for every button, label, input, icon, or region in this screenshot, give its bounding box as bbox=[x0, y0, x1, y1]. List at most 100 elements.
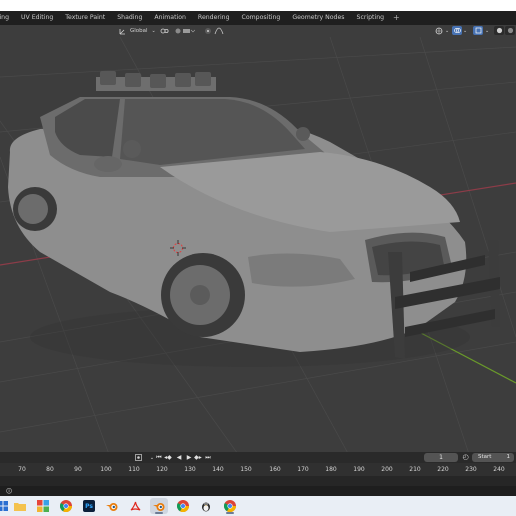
window-top-strip bbox=[0, 0, 516, 11]
prev-keyframe-icon: ◂◆ bbox=[164, 454, 172, 461]
tab-modeling[interactable]: lling bbox=[0, 11, 15, 25]
jump-start-button[interactable]: ⏮ bbox=[155, 454, 163, 461]
ruler-tick-label: 200 bbox=[381, 466, 393, 473]
photoshop-icon: Ps bbox=[83, 500, 95, 512]
tab-uv-editing[interactable]: UV Editing bbox=[15, 11, 59, 25]
falloff-dropdown[interactable] bbox=[214, 26, 224, 35]
taskbar-file-explorer[interactable] bbox=[11, 498, 29, 514]
next-keyframe-icon: ◆▸ bbox=[194, 454, 202, 461]
play-reverse-icon: ◀ bbox=[176, 454, 182, 461]
chrome-icon bbox=[224, 500, 236, 512]
ruler-tick-label: 180 bbox=[325, 466, 337, 473]
tab-rendering[interactable]: Rendering bbox=[192, 11, 236, 25]
viewport-header: Global ⌄ ⌄ ⌄ ⌄ bbox=[0, 25, 516, 37]
tab-texture-paint[interactable]: Texture Paint bbox=[59, 11, 111, 25]
overlays-icon bbox=[453, 28, 461, 33]
shading-material-button[interactable] bbox=[505, 26, 515, 35]
taskbar-photos[interactable] bbox=[34, 498, 52, 514]
chevron-down-icon: ⌄ bbox=[445, 27, 450, 34]
play-reverse-button[interactable]: ◀ bbox=[175, 454, 183, 461]
blender-window: lling UV Editing Texture Paint Shading A… bbox=[0, 11, 516, 486]
police-car-model[interactable] bbox=[8, 71, 500, 367]
status-bar: 🛈 bbox=[0, 486, 516, 496]
ruler-tick-label: 100 bbox=[100, 466, 112, 473]
ruler-tick-label: 70 bbox=[18, 466, 26, 473]
chevron-down-icon: ⌄ bbox=[485, 27, 490, 34]
falloff-icon bbox=[214, 27, 224, 34]
ruler-tick-label: 170 bbox=[297, 466, 309, 473]
tab-animation[interactable]: Animation bbox=[148, 11, 192, 25]
shading-solid-button[interactable] bbox=[494, 26, 504, 35]
snap-icon bbox=[175, 28, 195, 33]
clock-icon[interactable]: ◴ bbox=[461, 453, 470, 462]
taskbar-chrome-2[interactable] bbox=[174, 498, 192, 514]
tab-shading[interactable]: Shading bbox=[111, 11, 148, 25]
ruler-tick-label: 160 bbox=[269, 466, 281, 473]
proportional-edit-toggle[interactable] bbox=[204, 26, 212, 35]
active-indicator bbox=[155, 512, 163, 514]
taskbar-photoshop[interactable]: Ps bbox=[80, 498, 98, 514]
tab-geometry-nodes[interactable]: Geometry Nodes bbox=[286, 11, 350, 25]
ruler-tick-label: 110 bbox=[128, 466, 140, 473]
record-icon bbox=[134, 454, 142, 461]
snap-dropdown[interactable] bbox=[175, 26, 195, 35]
gizmo-toggle[interactable]: ⌄ bbox=[435, 26, 449, 35]
timeline-track[interactable] bbox=[0, 476, 516, 486]
material-shading-icon bbox=[507, 27, 513, 34]
start-value: 1 bbox=[506, 454, 511, 460]
overlays-dropdown[interactable]: ⌄ bbox=[463, 26, 467, 35]
ruler-tick-label: 210 bbox=[409, 466, 421, 473]
blender-icon bbox=[105, 502, 117, 511]
jump-end-icon: ⏭ bbox=[205, 453, 211, 461]
timeline-ruler[interactable]: 70 80 90 100 110 120 130 140 150 160 170… bbox=[0, 463, 516, 486]
orientation-label: Global bbox=[130, 27, 148, 34]
ruler-tick-label: 90 bbox=[74, 466, 82, 473]
shading-dropdown[interactable]: ⌄ bbox=[485, 26, 489, 35]
linux-icon bbox=[202, 502, 210, 512]
3d-viewport[interactable] bbox=[0, 37, 516, 457]
xray-toggle[interactable] bbox=[473, 26, 483, 35]
pivot-point-dropdown[interactable] bbox=[160, 26, 170, 35]
chevron-down-icon: ⌄ bbox=[151, 27, 156, 34]
taskbar-chrome-3[interactable] bbox=[221, 498, 239, 514]
prev-keyframe-button[interactable]: ◂◆ bbox=[164, 454, 172, 461]
tab-scripting[interactable]: Scripting bbox=[351, 11, 391, 25]
ruler-tick-label: 80 bbox=[46, 466, 54, 473]
chevron-down-icon: ⌄ bbox=[149, 454, 155, 461]
current-frame-field[interactable]: 1 bbox=[424, 453, 458, 462]
acrobat-icon bbox=[130, 501, 140, 511]
play-button[interactable]: ▶ bbox=[185, 454, 193, 461]
pivot-icon bbox=[160, 28, 169, 33]
timeline-header: ⌄ ⏮ ◂◆ ◀ ▶ ◆▸ ⏭ 1 ◴ Start 1 bbox=[0, 452, 516, 463]
xray-icon bbox=[475, 27, 481, 34]
ruler-tick-label: 190 bbox=[353, 466, 365, 473]
proportional-edit-icon bbox=[205, 27, 211, 34]
taskbar-blender-active[interactable] bbox=[150, 498, 168, 514]
play-icon: ▶ bbox=[186, 454, 192, 461]
jump-end-button[interactable]: ⏭ bbox=[204, 454, 212, 461]
taskbar-linux[interactable] bbox=[197, 498, 215, 514]
add-workspace-button[interactable]: + bbox=[390, 11, 403, 25]
ruler-tick-label: 220 bbox=[437, 466, 449, 473]
ruler-tick-label: 130 bbox=[184, 466, 196, 473]
start-label: Start bbox=[478, 454, 492, 460]
taskbar-blender[interactable] bbox=[103, 498, 121, 514]
ruler-tick-label: 230 bbox=[465, 466, 477, 473]
transform-orientation-dropdown[interactable]: Global ⌄ bbox=[119, 26, 156, 35]
taskbar-chrome[interactable] bbox=[57, 498, 75, 514]
start-frame-field[interactable]: Start 1 bbox=[472, 453, 514, 462]
chrome-icon bbox=[177, 500, 189, 512]
ruler-tick-label: 150 bbox=[240, 466, 252, 473]
active-indicator bbox=[226, 512, 234, 514]
next-keyframe-button[interactable]: ◆▸ bbox=[194, 454, 202, 461]
file-explorer-icon bbox=[14, 503, 26, 511]
keyframe-toggle[interactable] bbox=[134, 454, 142, 461]
tab-compositing[interactable]: Compositing bbox=[236, 11, 287, 25]
ruler-tick-label: 120 bbox=[156, 466, 168, 473]
orientation-icon bbox=[119, 28, 125, 34]
workspace-tab-bar: lling UV Editing Texture Paint Shading A… bbox=[0, 11, 516, 25]
taskbar-acrobat[interactable] bbox=[126, 498, 144, 514]
overlays-toggle[interactable] bbox=[452, 26, 462, 35]
start-icon bbox=[0, 501, 8, 511]
ruler-tick-label: 240 bbox=[493, 466, 505, 473]
